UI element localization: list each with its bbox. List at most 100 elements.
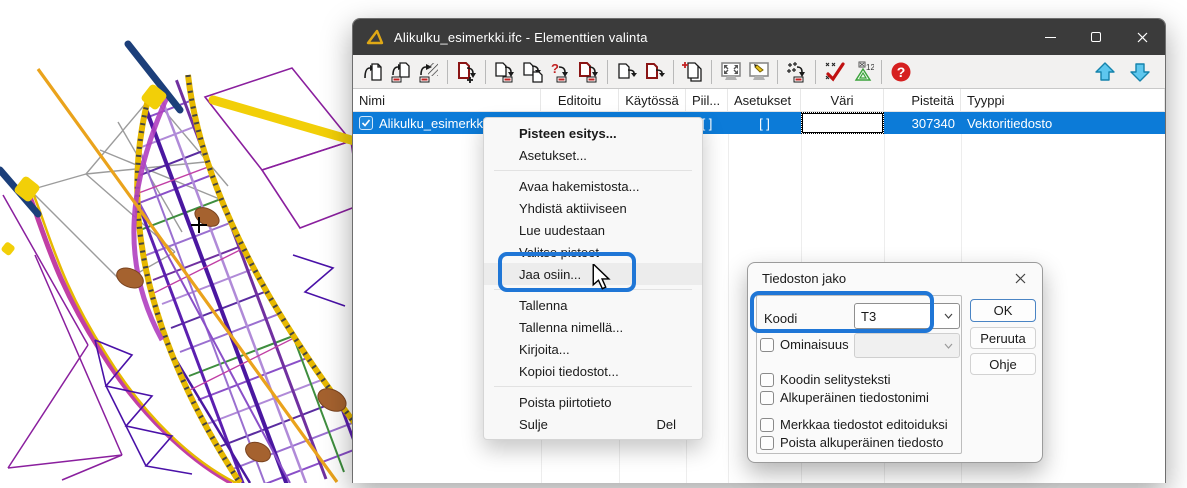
write-edited-button[interactable] (641, 58, 668, 85)
cancel-button[interactable]: Peruuta (970, 327, 1036, 349)
help-button[interactable]: ? (887, 58, 914, 85)
menu-item-kirjoita[interactable]: Kirjoita... (484, 338, 702, 360)
open-file-button[interactable] (359, 58, 386, 85)
move-up-button[interactable] (1091, 58, 1118, 85)
ominaisuus-combobox (854, 333, 960, 358)
row-cell-vari[interactable] (801, 112, 884, 134)
dialog-titlebar[interactable]: Tiedoston jako (748, 263, 1042, 293)
open-file-icon (362, 61, 384, 83)
write-file-button[interactable] (613, 58, 640, 85)
save-query-button[interactable]: ? (547, 58, 574, 85)
copy-files-icon (682, 61, 704, 83)
minimize-button[interactable] (1027, 19, 1073, 55)
merkkaa-tiedostot-checkbox[interactable] (760, 418, 774, 432)
ominaisuus-checkbox-row[interactable]: Ominaisuus (760, 337, 849, 352)
row-checkbox[interactable] (359, 116, 373, 130)
checkbox-label: Merkkaa tiedostot editoiduksi (780, 417, 948, 432)
dialog-close-button[interactable] (1010, 268, 1030, 288)
close-button[interactable] (1119, 19, 1165, 55)
triangle-code-icon: 12 (852, 61, 874, 83)
alkuperainen-tiedostonimi-row[interactable]: Alkuperäinen tiedostonimi (760, 390, 929, 405)
add-file-button[interactable] (453, 58, 480, 85)
column-header-tyyppi[interactable]: Tyyppi (961, 89, 1165, 111)
menu-item-tallenna[interactable]: Tallenna (484, 294, 702, 316)
mouse-cursor (591, 264, 615, 290)
column-header-pisteita[interactable]: Pisteitä (884, 89, 961, 111)
check-points-button[interactable] (821, 58, 848, 85)
row-cell-asetukset: [ ] (728, 112, 801, 134)
maximize-button[interactable] (1073, 19, 1119, 55)
table-header: Nimi Editoitu Käytössä Piil... Asetukset… (353, 89, 1165, 112)
toolbar-separator (485, 60, 486, 84)
koodi-label: Koodi (764, 311, 797, 326)
open-hatch-button[interactable] (415, 58, 442, 85)
color-swatch (801, 112, 884, 134)
alkuperainen-tiedostonimi-checkbox[interactable] (760, 391, 774, 405)
draw-view-button[interactable] (745, 58, 772, 85)
graphics-viewport[interactable] (0, 0, 360, 483)
points-to-format-icon (786, 61, 808, 83)
save-as-file-button[interactable] (519, 58, 546, 85)
chevron-down-icon (944, 313, 953, 319)
column-header-asetukset[interactable]: Asetukset (728, 89, 801, 111)
open-file-format-button[interactable] (387, 58, 414, 85)
ok-button[interactable]: OK (970, 299, 1036, 322)
menu-item-lue-uudestaan[interactable]: Lue uudestaan (484, 219, 702, 241)
menu-item-kopioi-tiedostot[interactable]: Kopioi tiedostot... (484, 360, 702, 382)
row-cell-tyyppi: Vektoritiedosto (961, 112, 1165, 134)
add-file-icon (456, 61, 478, 83)
toolbar-separator (607, 60, 608, 84)
column-header-editoitu[interactable]: Editoitu (541, 89, 619, 111)
titlebar[interactable]: Alikulku_esimerkki.ifc - Elementtien val… (353, 19, 1165, 55)
dialog-title: Tiedoston jako (762, 271, 846, 286)
maximize-icon (1091, 32, 1101, 42)
copy-files-button[interactable] (679, 58, 706, 85)
koodi-combobox[interactable]: T3 (854, 303, 960, 329)
move-down-icon (1129, 61, 1151, 83)
help-dialog-button[interactable]: Ohje (970, 353, 1036, 375)
menu-item-pisteen-esitys[interactable]: Pisteen esitys... (484, 122, 702, 144)
menu-item-sulje[interactable]: Sulje Del (484, 413, 702, 435)
file-split-dialog: Tiedoston jako Koodi T3 Ominaisuus Koodi… (747, 262, 1043, 463)
menu-item-yhdista-aktiiviseen[interactable]: Yhdistä aktiiviseen (484, 197, 702, 219)
points-to-format-button[interactable] (783, 58, 810, 85)
toolbar-separator (711, 60, 712, 84)
toolbar-separator (777, 60, 778, 84)
save-to-format-button[interactable] (491, 58, 518, 85)
column-header-kaytossa[interactable]: Käytössä (619, 89, 686, 111)
poista-alkuperainen-row[interactable]: Poista alkuperäinen tiedosto (760, 435, 943, 450)
menu-item-tallenna-nimella[interactable]: Tallenna nimellä... (484, 316, 702, 338)
column-header-piilota[interactable]: Piil... (686, 89, 728, 111)
cad-viewport-drawing (0, 0, 360, 483)
menu-item-valitse-pisteet[interactable]: Valitse pisteet (484, 241, 702, 263)
table-row[interactable]: Alikulku_esimerkki.ifc [ ] [ ] 307340 Ve… (353, 112, 1165, 134)
menu-item-poista-piirtotieto[interactable]: Poista piirtotieto (484, 391, 702, 413)
menu-item-avaa-hakemistosta[interactable]: Avaa hakemistosta... (484, 175, 702, 197)
koodin-selitysteksti-row[interactable]: Koodin selitysteksti (760, 372, 891, 387)
check-points-icon (824, 61, 846, 83)
koodi-value: T3 (861, 309, 876, 324)
menu-separator (494, 170, 692, 171)
toolbar: ? 12 (353, 55, 1165, 89)
svg-text:?: ? (551, 61, 559, 76)
menu-separator (494, 386, 692, 387)
merkkaa-tiedostot-row[interactable]: Merkkaa tiedostot editoiduksi (760, 417, 948, 432)
svg-text:12: 12 (866, 63, 874, 72)
save-edited-button[interactable] (575, 58, 602, 85)
column-header-nimi[interactable]: Nimi (353, 89, 541, 111)
save-to-format-icon (494, 61, 516, 83)
window-title: Alikulku_esimerkki.ifc - Elementtien val… (394, 30, 648, 45)
menu-item-asetukset[interactable]: Asetukset... (484, 144, 702, 166)
toolbar-separator (673, 60, 674, 84)
poista-alkuperainen-checkbox[interactable] (760, 436, 774, 450)
triangle-code-button[interactable]: 12 (849, 58, 876, 85)
column-header-vari[interactable]: Väri (801, 89, 884, 111)
svg-text:?: ? (896, 64, 905, 80)
save-edited-icon (578, 61, 600, 83)
close-icon (1137, 32, 1148, 43)
koodin-selitysteksti-checkbox[interactable] (760, 373, 774, 387)
ominaisuus-checkbox[interactable] (760, 338, 774, 352)
move-down-button[interactable] (1126, 58, 1153, 85)
fit-view-button[interactable] (717, 58, 744, 85)
menu-shortcut: Del (656, 417, 676, 432)
